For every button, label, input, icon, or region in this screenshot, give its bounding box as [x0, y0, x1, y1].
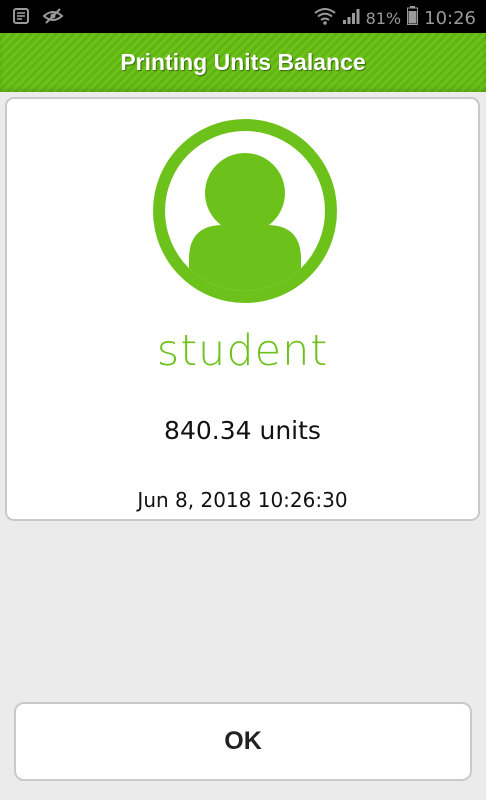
eye-off-icon [42, 7, 64, 29]
page-title: Printing Units Balance [120, 49, 366, 75]
notes-icon [12, 7, 30, 29]
status-time: 10:26 [424, 7, 476, 29]
wifi-icon [313, 7, 336, 30]
title-bar: Printing Units Balance [0, 33, 486, 92]
user-avatar-icon [153, 119, 337, 303]
balance-value: 840.34 units [164, 416, 321, 445]
ok-button-label: OK [224, 727, 262, 755]
battery-icon [407, 6, 419, 30]
status-left-icons [12, 7, 64, 29]
battery-percent: 81% [365, 8, 402, 28]
balance-card: student 840.34 units Jun 8, 2018 10:26:3… [5, 97, 480, 521]
balance-timestamp: Jun 8, 2018 10:26:30 [137, 488, 348, 512]
username: student [156, 326, 329, 376]
status-bar: 81% 10:26 [0, 0, 486, 33]
status-right-icons: 81% 10:26 [313, 6, 476, 30]
ok-button[interactable]: OK [14, 702, 472, 781]
signal-icon [342, 7, 360, 30]
